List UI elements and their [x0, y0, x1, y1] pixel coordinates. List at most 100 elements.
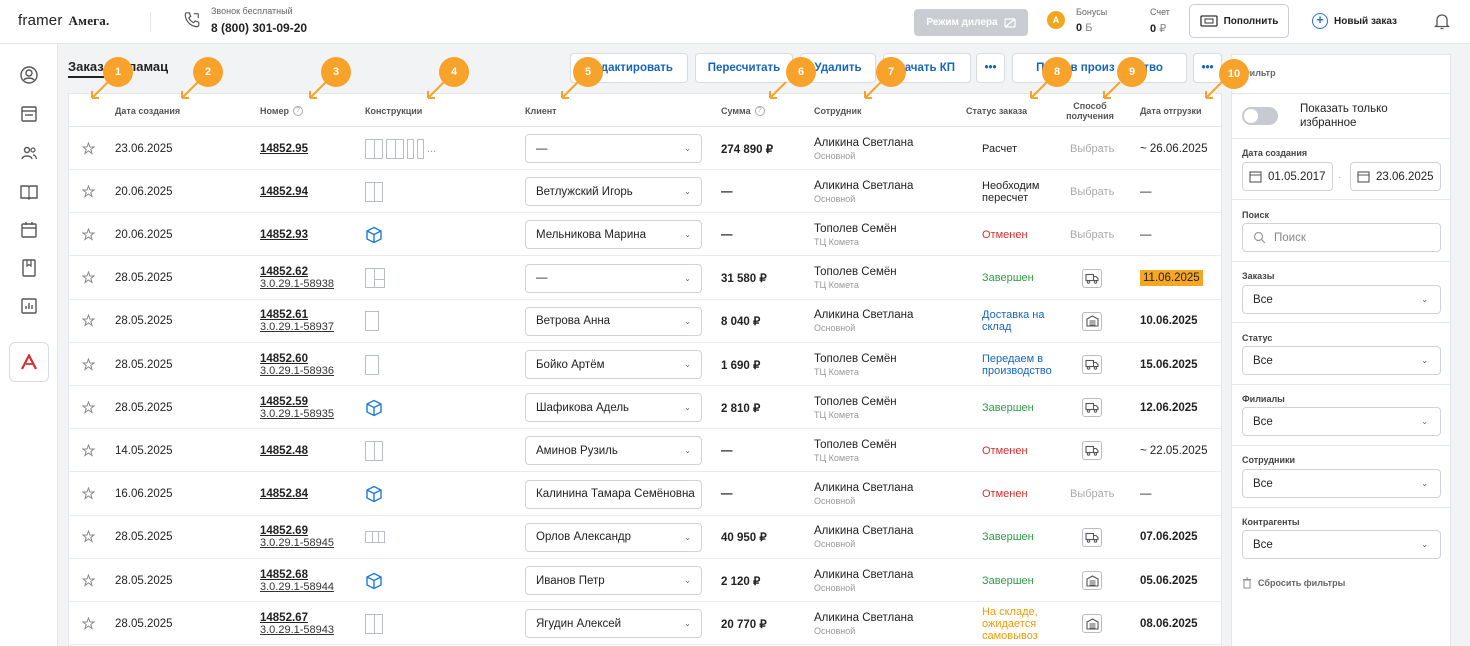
order-number-link[interactable]: 14852.62 — [260, 266, 308, 278]
constructions[interactable] — [365, 516, 385, 559]
client-select[interactable]: Мельникова Марина ⌄ — [525, 220, 702, 250]
order-number-link[interactable]: 14852.68 — [260, 569, 308, 581]
new-order-button[interactable]: + Новый заказ — [1312, 10, 1397, 32]
order-number[interactable]: 14852.59 3.0.29.1-58935 — [260, 386, 334, 429]
col-sum[interactable]: Сумма? — [721, 94, 765, 127]
delivery-method-icon[interactable] — [1082, 571, 1102, 590]
tab-orders[interactable]: Заказ — [68, 59, 104, 78]
order-sub-number[interactable]: 3.0.29.1-58943 — [260, 624, 334, 636]
order-sub-number[interactable]: 3.0.29.1-58936 — [260, 365, 334, 377]
table-row[interactable]: 28.05.2025 14852.62 3.0.29.1-58938— ⌄ 31 580… — [69, 257, 1221, 300]
client-select[interactable]: Ветрова Анна ⌄ — [525, 306, 702, 336]
help-icon[interactable]: ? — [293, 105, 304, 116]
col-receive[interactable]: Способ получения — [1065, 94, 1115, 127]
constructions[interactable] — [365, 429, 383, 472]
delivery-method-select[interactable]: Выбрать — [1070, 473, 1114, 516]
order-sub-number[interactable]: 3.0.29.1-58944 — [260, 581, 334, 593]
constructions[interactable] — [365, 473, 383, 516]
favorites-toggle[interactable] — [1242, 107, 1278, 125]
delivery-method-icon[interactable] — [1082, 527, 1102, 547]
call-number[interactable]: 8 (800) 301-09-20 — [211, 21, 307, 35]
table-row[interactable]: 23.06.2025 14852.95... — ⌄ 274 890 ₽ Аликина … — [69, 127, 1221, 170]
reset-filters-button[interactable]: Сбросить фильтры — [1242, 577, 1345, 589]
client-select[interactable]: Орлов Александр ⌄ — [525, 522, 702, 552]
client-select[interactable]: Калинина Тамара Семёновна ⌄ — [525, 479, 702, 509]
book-icon[interactable] — [19, 182, 39, 202]
order-number-link[interactable]: 14852.61 — [260, 309, 308, 321]
logo[interactable]: framer Амега. — [18, 12, 109, 29]
more-actions-button-2[interactable]: ••• — [1193, 53, 1222, 83]
col-date[interactable]: Дата создания — [115, 94, 180, 127]
order-number[interactable]: 14852.94 — [260, 170, 308, 213]
order-number-link[interactable]: 14852.84 — [260, 488, 308, 500]
star-icon[interactable] — [82, 141, 96, 155]
order-number-link[interactable]: 14852.48 — [260, 445, 308, 457]
order-number[interactable]: 14852.68 3.0.29.1-58944 — [260, 559, 334, 602]
client-select[interactable]: — ⌄ — [525, 263, 702, 293]
star-icon[interactable] — [82, 616, 96, 630]
catalog-icon[interactable] — [19, 258, 39, 278]
help-icon[interactable]: ? — [754, 105, 765, 116]
brand-logo-button[interactable] — [9, 342, 49, 382]
delivery-method-select[interactable]: Выбрать — [1070, 170, 1114, 213]
order-number[interactable]: 14852.84 — [260, 473, 308, 516]
constructions[interactable] — [365, 170, 383, 213]
order-number-link[interactable]: 14852.67 — [260, 612, 308, 624]
order-number-link[interactable]: 14852.93 — [260, 229, 308, 241]
branches-filter-select[interactable]: Все ⌄ — [1242, 407, 1441, 436]
delivery-method-icon[interactable] — [1082, 614, 1102, 634]
table-row[interactable]: 20.06.2025 14852.93 Мельникова Марина ⌄ — Топ… — [69, 213, 1221, 257]
col-number[interactable]: Номер? — [260, 94, 304, 127]
topup-button[interactable]: Пополнить — [1189, 4, 1289, 38]
more-actions-button[interactable]: ••• — [976, 53, 1005, 83]
order-number[interactable]: 14852.48 — [260, 429, 308, 472]
star-icon[interactable] — [82, 400, 96, 414]
table-row[interactable]: 16.06.2025 14852.84 Калинина Тамара Семёно… — [69, 473, 1221, 516]
star-icon[interactable] — [82, 357, 96, 371]
star-icon[interactable] — [82, 530, 96, 544]
date-from-input[interactable]: 01.05.2017 — [1242, 162, 1333, 191]
col-ship-date[interactable]: Дата отгрузки — [1140, 94, 1202, 127]
order-number-link[interactable]: 14852.94 — [260, 186, 308, 198]
order-sub-number[interactable]: 3.0.29.1-58938 — [260, 278, 334, 290]
table-row[interactable]: 20.06.2025 14852.94 Ветлужский Игорь ⌄ — Алик… — [69, 170, 1221, 214]
col-status[interactable]: Статус заказа — [966, 94, 1027, 127]
table-row[interactable]: 28.05.2025 14852.69 3.0.29.1-58945 Орлов Ал… — [69, 516, 1221, 559]
order-number-link[interactable]: 14852.69 — [260, 525, 308, 537]
order-number-link[interactable]: 14852.59 — [260, 396, 308, 408]
search-input[interactable]: Поиск — [1242, 223, 1441, 252]
order-number[interactable]: 14852.95 — [260, 127, 308, 170]
constructions[interactable] — [365, 257, 385, 300]
table-row[interactable]: 28.05.2025 14852.59 3.0.29.1-58935 Шафикова… — [69, 386, 1221, 430]
order-number[interactable]: 14852.93 — [260, 213, 308, 256]
counterparties-filter-select[interactable]: Все ⌄ — [1242, 530, 1441, 559]
delivery-method-select[interactable]: Выбрать — [1070, 127, 1114, 170]
order-sub-number[interactable]: 3.0.29.1-58935 — [260, 408, 334, 420]
calendar-icon[interactable] — [19, 220, 39, 240]
order-number[interactable]: 14852.67 3.0.29.1-58943 — [260, 602, 334, 645]
star-icon[interactable] — [82, 573, 96, 587]
order-number[interactable]: 14852.69 3.0.29.1-58945 — [260, 516, 334, 559]
star-icon[interactable] — [82, 443, 96, 457]
order-number[interactable]: 14852.62 3.0.29.1-58938 — [260, 257, 334, 300]
order-number[interactable]: 14852.61 3.0.29.1-58937 — [260, 300, 334, 343]
col-employee[interactable]: Сотрудник — [814, 94, 862, 127]
bell-icon[interactable] — [1434, 12, 1450, 30]
star-icon[interactable] — [82, 227, 96, 241]
constructions[interactable] — [365, 386, 383, 429]
star-icon[interactable] — [82, 314, 96, 328]
constructions[interactable]: ... — [365, 127, 436, 170]
users-icon[interactable] — [19, 143, 39, 163]
order-sub-number[interactable]: 3.0.29.1-58945 — [260, 537, 334, 549]
delivery-method-icon[interactable] — [1082, 268, 1102, 288]
reports-icon[interactable] — [19, 296, 39, 316]
constructions[interactable] — [365, 300, 379, 343]
delivery-method-select[interactable]: Выбрать — [1070, 213, 1114, 256]
delivery-method-icon[interactable] — [1082, 441, 1102, 461]
client-select[interactable]: — ⌄ — [525, 134, 702, 163]
star-icon[interactable] — [82, 271, 96, 285]
delivery-method-icon[interactable] — [1082, 398, 1102, 418]
table-row[interactable]: 14.05.2025 14852.48 Аминов Рузиль ⌄ — Тополев… — [69, 429, 1221, 473]
client-select[interactable]: Бойко Артём ⌄ — [525, 350, 702, 379]
client-select[interactable]: Ягудин Алексей ⌄ — [525, 609, 702, 639]
